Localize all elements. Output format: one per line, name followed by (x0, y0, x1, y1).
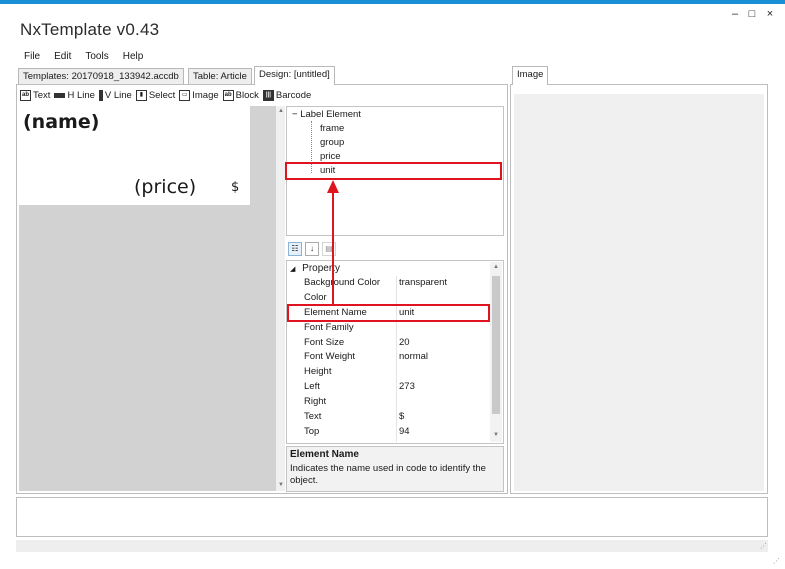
prop-name-left[interactable]: Left (304, 381, 320, 395)
menu-tools[interactable]: Tools (85, 51, 108, 62)
image-tool-icon: ▭ (179, 89, 191, 101)
window-accent-bar (0, 0, 785, 4)
design-toolbar: ab Text H Line V Line ▮ Select ▭ Image ab Bl… (20, 87, 311, 103)
tool-block-label: Block (235, 89, 259, 101)
window-resize-grip-icon[interactable]: ⋰ (773, 557, 780, 565)
menu-file[interactable]: File (24, 51, 40, 62)
property-scroll-down-icon[interactable]: ▼ (493, 432, 499, 438)
status-grip-icon[interactable]: ⋰ (760, 542, 767, 550)
tab-templates[interactable]: Templates: 20170918_133942.accdb (18, 68, 184, 85)
output-box[interactable] (16, 497, 768, 537)
scroll-down-icon[interactable]: ▼ (278, 482, 284, 488)
prop-name-height[interactable]: Height (304, 366, 331, 380)
property-column-divider[interactable] (396, 276, 397, 442)
label-element-name[interactable]: (name) (23, 111, 99, 133)
block-tool-icon: ab (222, 89, 234, 101)
vline-tool-icon (98, 89, 103, 101)
prop-value-font-size[interactable]: 20 (399, 337, 410, 351)
maximize-button[interactable]: □ (745, 8, 759, 20)
tool-barcode[interactable]: ||| Barcode (262, 89, 312, 101)
property-scroll-thumb[interactable] (492, 276, 500, 414)
select-tool-icon: ▮ (135, 89, 147, 101)
tab-design[interactable]: Design: [untitled] (254, 66, 335, 85)
hline-tool-icon (54, 92, 66, 98)
prop-name-font-weight[interactable]: Font Weight (304, 351, 355, 365)
prop-name-right[interactable]: Right (304, 396, 326, 410)
tool-vline[interactable]: V Line (98, 89, 132, 101)
tree-item-group[interactable]: group (320, 137, 344, 148)
collapse-icon[interactable]: − (292, 109, 298, 120)
prop-value-font-weight[interactable]: normal (399, 351, 428, 365)
menu-edit[interactable]: Edit (54, 51, 71, 62)
prop-value-top[interactable]: 94 (399, 426, 410, 440)
tool-select-label: Select (148, 89, 176, 101)
property-description-text: Indicates the name used in code to ident… (290, 463, 486, 486)
tool-hline-label: H Line (67, 89, 95, 101)
tree-item-root-label: Label Element (300, 109, 361, 120)
property-scroll-up-icon[interactable]: ▲ (493, 264, 499, 270)
close-button[interactable]: × (763, 8, 777, 20)
prop-name-text[interactable]: Text (304, 411, 321, 425)
prop-name-font-family[interactable]: Font Family (304, 322, 354, 336)
prop-name-top[interactable]: Top (304, 426, 319, 440)
status-bar (16, 540, 768, 552)
property-description-title: Element Name (290, 449, 359, 460)
tool-hline[interactable]: H Line (54, 89, 95, 101)
menu-bar: File Edit Tools Help (24, 51, 143, 62)
tool-select[interactable]: ▮ Select (135, 89, 176, 101)
text-tool-icon: ab (20, 89, 31, 101)
tool-image-label: Image (192, 89, 219, 101)
tree-item-price[interactable]: price (320, 151, 341, 162)
prop-value-background-color[interactable]: transparent (399, 277, 447, 291)
menu-help[interactable]: Help (123, 51, 144, 62)
image-preview-area[interactable] (514, 94, 764, 491)
scroll-up-icon[interactable]: ▲ (278, 108, 284, 114)
tree-item-root[interactable]: − Label Element (292, 109, 361, 120)
label-element-unit[interactable]: $ (231, 180, 239, 195)
tool-text-label: Text (33, 89, 51, 101)
minimize-button[interactable]: – (728, 8, 742, 20)
prop-value-text[interactable]: $ (399, 411, 404, 425)
tree-item-frame[interactable]: frame (320, 123, 344, 134)
tool-block[interactable]: ab Block (222, 89, 259, 101)
barcode-tool-icon: ||| (262, 89, 274, 101)
highlight-arrow-icon (327, 180, 339, 304)
window-title: NxTemplate v0.43 (20, 20, 160, 39)
tab-table[interactable]: Table: Article (188, 68, 252, 85)
tool-vline-label: V Line (104, 89, 132, 101)
tool-barcode-label: Barcode (275, 89, 312, 101)
prop-name-font-size[interactable]: Font Size (304, 337, 344, 351)
label-element-price[interactable]: (price) (134, 176, 196, 198)
tool-image[interactable]: ▭ Image (179, 89, 219, 101)
tool-text[interactable]: ab Text (20, 89, 51, 101)
tab-image[interactable]: Image (512, 66, 549, 85)
prop-value-left[interactable]: 273 (399, 381, 415, 395)
element-name-highlight (287, 304, 490, 322)
